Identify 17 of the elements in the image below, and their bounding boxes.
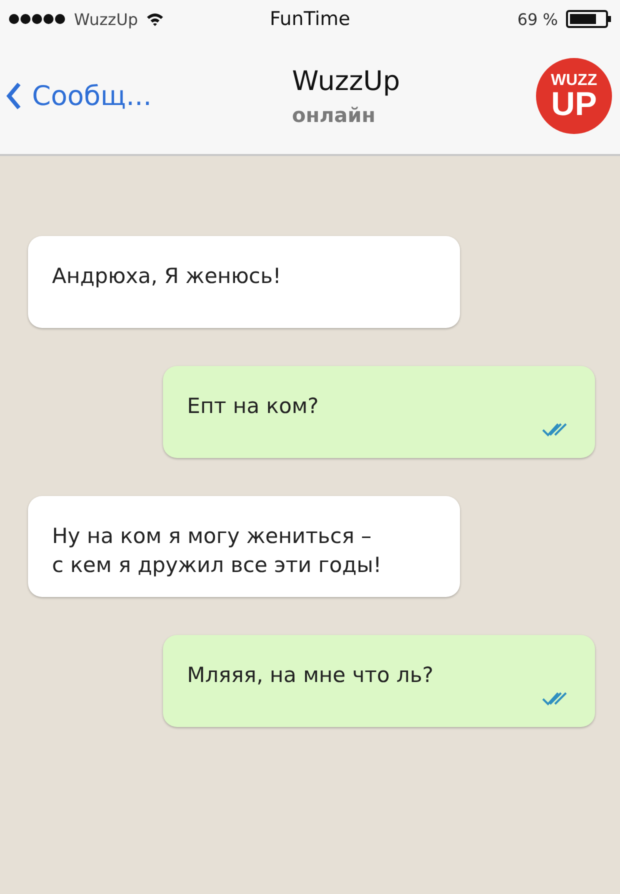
wifi-icon [146,12,164,26]
chevron-left-icon [6,82,22,110]
message-text: Андрюха, Я женюсь! [52,263,282,290]
chat-title: WuzzUp [292,66,400,96]
logo-text: UP [551,88,597,120]
battery-icon [566,10,612,28]
message-text: Епт на ком? [187,393,320,420]
message-text: Мляяя, на мне что ль? [187,662,434,689]
logo-text: WUZZ [550,72,598,88]
carrier-name: WuzzUp [74,10,138,28]
back-button[interactable]: Сообщ... [6,80,186,112]
message-text: Ну на ком я могу жениться – с кем я дружил все эти годы! [52,523,383,580]
online-status: онлайн [292,102,376,126]
battery-percent: 69 % [517,10,558,28]
signal-icon [8,13,66,25]
status-title: FunTime [270,8,350,30]
logo-avatar[interactable]: WUZZ UP [536,58,612,134]
